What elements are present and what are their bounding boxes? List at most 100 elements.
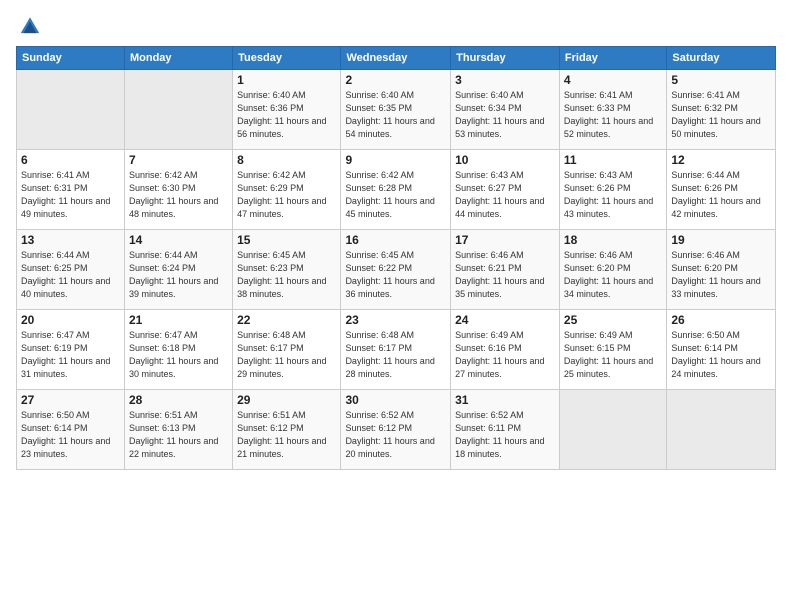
calendar-cell: 20 Sunrise: 6:47 AM Sunset: 6:19 PM Dayli… xyxy=(17,310,125,390)
calendar-cell: 11Sunrise: 6:43 AM Sunset: 6:26 PM Dayli… xyxy=(559,150,666,230)
day-info: Sunrise: 6:41 AM Sunset: 6:33 PM Dayligh… xyxy=(564,89,662,141)
calendar-cell: 8 Sunrise: 6:42 AM Sunset: 6:29 PM Daylig… xyxy=(233,150,341,230)
day-info: Sunrise: 6:44 AM Sunset: 6:26 PM Dayligh… xyxy=(671,169,771,221)
calendar-cell: 19Sunrise: 6:46 AM Sunset: 6:20 PM Dayli… xyxy=(667,230,776,310)
logo xyxy=(16,16,48,36)
day-number: 15 xyxy=(237,233,336,247)
calendar-cell xyxy=(667,390,776,470)
calendar-cell: 18Sunrise: 6:46 AM Sunset: 6:20 PM Dayli… xyxy=(559,230,666,310)
calendar-cell: 25 Sunrise: 6:49 AM Sunset: 6:15 PM Dayli… xyxy=(559,310,666,390)
day-number: 3 xyxy=(455,73,555,87)
day-info: Sunrise: 6:50 AM Sunset: 6:14 PM Dayligh… xyxy=(671,329,771,381)
day-number: 21 xyxy=(129,313,228,327)
calendar-cell: 5 Sunrise: 6:41 AM Sunset: 6:32 PM Daylig… xyxy=(667,70,776,150)
day-number: 2 xyxy=(345,73,446,87)
day-number: 10 xyxy=(455,153,555,167)
calendar-week-row: 6 Sunrise: 6:41 AM Sunset: 6:31 PM Daylig… xyxy=(17,150,776,230)
day-number: 31 xyxy=(455,393,555,407)
day-number: 8 xyxy=(237,153,336,167)
calendar-cell: 26 Sunrise: 6:50 AM Sunset: 6:14 PM Dayli… xyxy=(667,310,776,390)
day-number: 5 xyxy=(671,73,771,87)
calendar-cell: 12Sunrise: 6:44 AM Sunset: 6:26 PM Dayli… xyxy=(667,150,776,230)
logo-icon xyxy=(16,16,44,36)
day-info: Sunrise: 6:45 AM Sunset: 6:22 PM Dayligh… xyxy=(345,249,446,301)
day-number: 9 xyxy=(345,153,446,167)
calendar-week-row: 1 Sunrise: 6:40 AM Sunset: 6:36 PM Daylig… xyxy=(17,70,776,150)
day-number: 23 xyxy=(345,313,446,327)
calendar-cell: 27 Sunrise: 6:50 AM Sunset: 6:14 PM Dayli… xyxy=(17,390,125,470)
day-info: Sunrise: 6:42 AM Sunset: 6:30 PM Dayligh… xyxy=(129,169,228,221)
calendar-cell: 7 Sunrise: 6:42 AM Sunset: 6:30 PM Daylig… xyxy=(124,150,232,230)
day-info: Sunrise: 6:42 AM Sunset: 6:29 PM Dayligh… xyxy=(237,169,336,221)
day-info: Sunrise: 6:45 AM Sunset: 6:23 PM Dayligh… xyxy=(237,249,336,301)
day-info: Sunrise: 6:49 AM Sunset: 6:16 PM Dayligh… xyxy=(455,329,555,381)
day-number: 14 xyxy=(129,233,228,247)
calendar-cell: 13 Sunrise: 6:44 AM Sunset: 6:25 PM Dayli… xyxy=(17,230,125,310)
weekday-header: Tuesday xyxy=(233,47,341,70)
calendar-cell: 28 Sunrise: 6:51 AM Sunset: 6:13 PM Dayli… xyxy=(124,390,232,470)
calendar-cell: 6 Sunrise: 6:41 AM Sunset: 6:31 PM Daylig… xyxy=(17,150,125,230)
day-number: 11 xyxy=(564,153,662,167)
day-info: Sunrise: 6:46 AM Sunset: 6:21 PM Dayligh… xyxy=(455,249,555,301)
day-number: 26 xyxy=(671,313,771,327)
day-info: Sunrise: 6:48 AM Sunset: 6:17 PM Dayligh… xyxy=(237,329,336,381)
weekday-header: Friday xyxy=(559,47,666,70)
day-number: 1 xyxy=(237,73,336,87)
day-info: Sunrise: 6:40 AM Sunset: 6:36 PM Dayligh… xyxy=(237,89,336,141)
day-number: 19 xyxy=(671,233,771,247)
day-number: 28 xyxy=(129,393,228,407)
day-number: 20 xyxy=(21,313,120,327)
weekday-header: Wednesday xyxy=(341,47,451,70)
day-info: Sunrise: 6:47 AM Sunset: 6:19 PM Dayligh… xyxy=(21,329,120,381)
calendar-header: SundayMondayTuesdayWednesdayThursdayFrid… xyxy=(17,47,776,70)
day-number: 24 xyxy=(455,313,555,327)
weekday-header: Sunday xyxy=(17,47,125,70)
day-number: 6 xyxy=(21,153,120,167)
day-number: 18 xyxy=(564,233,662,247)
calendar-cell: 31 Sunrise: 6:52 AM Sunset: 6:11 PM Dayli… xyxy=(451,390,560,470)
day-info: Sunrise: 6:51 AM Sunset: 6:13 PM Dayligh… xyxy=(129,409,228,461)
calendar-cell: 23 Sunrise: 6:48 AM Sunset: 6:17 PM Dayli… xyxy=(341,310,451,390)
day-number: 25 xyxy=(564,313,662,327)
day-number: 4 xyxy=(564,73,662,87)
day-number: 17 xyxy=(455,233,555,247)
calendar-cell: 15 Sunrise: 6:45 AM Sunset: 6:23 PM Dayli… xyxy=(233,230,341,310)
calendar-cell xyxy=(17,70,125,150)
calendar-cell: 1 Sunrise: 6:40 AM Sunset: 6:36 PM Daylig… xyxy=(233,70,341,150)
day-number: 7 xyxy=(129,153,228,167)
day-info: Sunrise: 6:48 AM Sunset: 6:17 PM Dayligh… xyxy=(345,329,446,381)
day-number: 16 xyxy=(345,233,446,247)
day-info: Sunrise: 6:44 AM Sunset: 6:24 PM Dayligh… xyxy=(129,249,228,301)
weekday-header: Saturday xyxy=(667,47,776,70)
calendar-cell: 14 Sunrise: 6:44 AM Sunset: 6:24 PM Dayli… xyxy=(124,230,232,310)
day-number: 27 xyxy=(21,393,120,407)
calendar-cell: 10Sunrise: 6:43 AM Sunset: 6:27 PM Dayli… xyxy=(451,150,560,230)
calendar-cell: 16 Sunrise: 6:45 AM Sunset: 6:22 PM Dayli… xyxy=(341,230,451,310)
day-number: 30 xyxy=(345,393,446,407)
day-info: Sunrise: 6:52 AM Sunset: 6:11 PM Dayligh… xyxy=(455,409,555,461)
day-info: Sunrise: 6:50 AM Sunset: 6:14 PM Dayligh… xyxy=(21,409,120,461)
day-number: 29 xyxy=(237,393,336,407)
calendar-week-row: 20 Sunrise: 6:47 AM Sunset: 6:19 PM Dayli… xyxy=(17,310,776,390)
calendar-cell: 30Sunrise: 6:52 AM Sunset: 6:12 PM Dayli… xyxy=(341,390,451,470)
day-info: Sunrise: 6:41 AM Sunset: 6:32 PM Dayligh… xyxy=(671,89,771,141)
calendar-table: SundayMondayTuesdayWednesdayThursdayFrid… xyxy=(16,46,776,470)
day-info: Sunrise: 6:44 AM Sunset: 6:25 PM Dayligh… xyxy=(21,249,120,301)
calendar-cell: 22 Sunrise: 6:48 AM Sunset: 6:17 PM Dayli… xyxy=(233,310,341,390)
day-info: Sunrise: 6:47 AM Sunset: 6:18 PM Dayligh… xyxy=(129,329,228,381)
calendar-cell: 29 Sunrise: 6:51 AM Sunset: 6:12 PM Dayli… xyxy=(233,390,341,470)
weekday-header: Thursday xyxy=(451,47,560,70)
weekday-header: Monday xyxy=(124,47,232,70)
day-number: 22 xyxy=(237,313,336,327)
calendar-week-row: 13 Sunrise: 6:44 AM Sunset: 6:25 PM Dayli… xyxy=(17,230,776,310)
day-number: 13 xyxy=(21,233,120,247)
day-info: Sunrise: 6:40 AM Sunset: 6:35 PM Dayligh… xyxy=(345,89,446,141)
calendar-cell xyxy=(124,70,232,150)
calendar-cell: 21 Sunrise: 6:47 AM Sunset: 6:18 PM Dayli… xyxy=(124,310,232,390)
day-info: Sunrise: 6:42 AM Sunset: 6:28 PM Dayligh… xyxy=(345,169,446,221)
day-info: Sunrise: 6:40 AM Sunset: 6:34 PM Dayligh… xyxy=(455,89,555,141)
day-info: Sunrise: 6:51 AM Sunset: 6:12 PM Dayligh… xyxy=(237,409,336,461)
day-info: Sunrise: 6:41 AM Sunset: 6:31 PM Dayligh… xyxy=(21,169,120,221)
calendar-cell: 4 Sunrise: 6:41 AM Sunset: 6:33 PM Daylig… xyxy=(559,70,666,150)
day-info: Sunrise: 6:49 AM Sunset: 6:15 PM Dayligh… xyxy=(564,329,662,381)
